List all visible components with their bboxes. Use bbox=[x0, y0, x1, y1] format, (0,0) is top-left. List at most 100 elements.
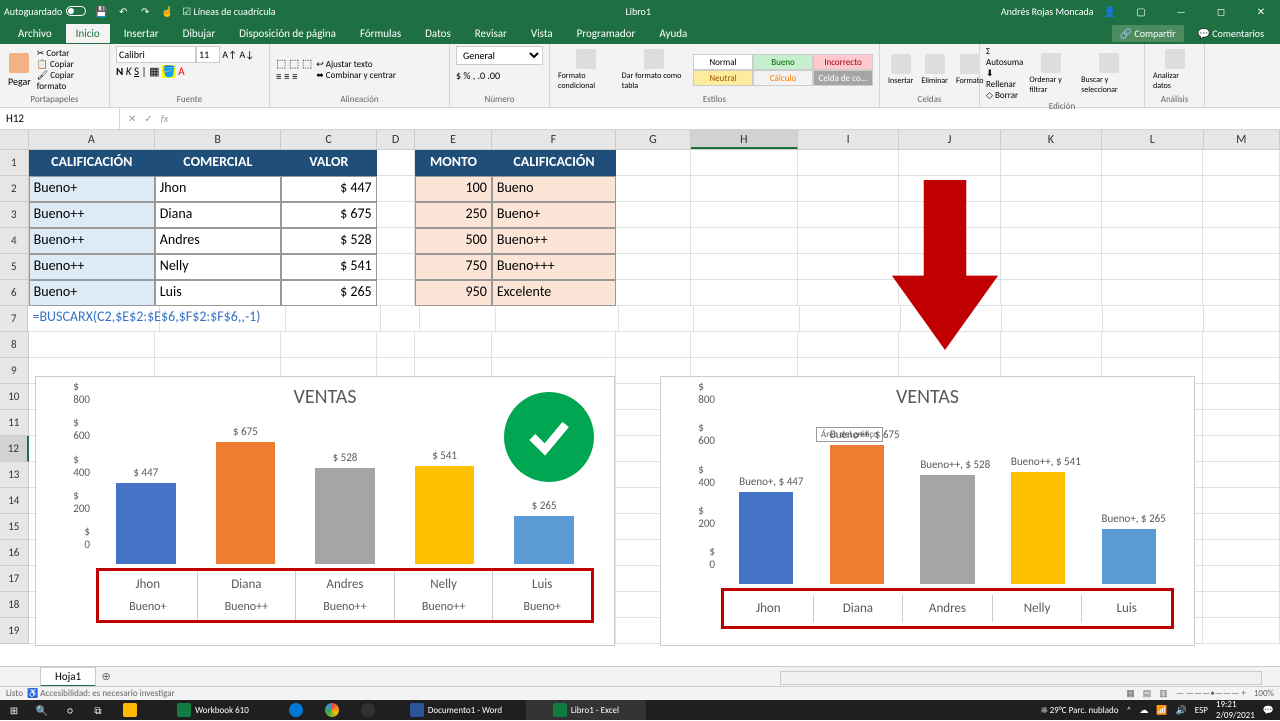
cell-D4[interactable] bbox=[377, 228, 416, 254]
cell-M3[interactable] bbox=[1203, 202, 1280, 228]
align-top-icon[interactable]: ⬚ bbox=[276, 57, 286, 70]
col-head-L[interactable]: L bbox=[1102, 130, 1203, 149]
row-head-9[interactable]: 9 bbox=[0, 358, 29, 384]
cell-B6[interactable]: Luis bbox=[155, 280, 281, 306]
align-bot-icon[interactable]: ⬚ bbox=[302, 57, 312, 70]
select-all-corner[interactable] bbox=[0, 130, 29, 149]
cell-M7[interactable] bbox=[1204, 306, 1280, 332]
col-head-D[interactable]: D bbox=[377, 130, 415, 149]
cell-M10[interactable] bbox=[1203, 384, 1280, 410]
cell-L7[interactable] bbox=[1103, 306, 1204, 332]
cell-E7[interactable] bbox=[420, 306, 496, 332]
merge-button[interactable]: ⬌ Combinar y centrar bbox=[316, 70, 396, 81]
cell-I5[interactable] bbox=[798, 254, 899, 280]
cell-L4[interactable] bbox=[1102, 228, 1203, 254]
cell-M9[interactable] bbox=[1203, 358, 1280, 384]
sheet-tab-hoja1[interactable]: Hoja1 bbox=[40, 667, 96, 687]
cell-I2[interactable] bbox=[798, 176, 899, 202]
cell-E3[interactable]: 250 bbox=[415, 202, 492, 228]
tray-up-icon[interactable]: ˄ bbox=[1127, 705, 1132, 716]
cell-I7[interactable] bbox=[800, 306, 901, 332]
chart-ventas-1[interactable]: VENTAS $ 0$ 200$ 400$ 600$ 800$ 447$ 675… bbox=[35, 376, 615, 646]
cell-A8[interactable] bbox=[29, 332, 155, 358]
cell-C1[interactable]: VALOR bbox=[281, 150, 377, 176]
row-head-2[interactable]: 2 bbox=[0, 176, 29, 202]
cell-C8[interactable] bbox=[281, 332, 377, 358]
notifications-icon[interactable]: 💬 bbox=[1263, 705, 1274, 716]
align-mid-icon[interactable]: ⬚ bbox=[289, 57, 299, 70]
redo-icon[interactable]: ↷ bbox=[138, 4, 152, 18]
col-head-A[interactable]: A bbox=[29, 130, 155, 149]
cell-L3[interactable] bbox=[1102, 202, 1203, 228]
style-celda[interactable]: Celda de co... bbox=[813, 70, 873, 86]
row-head-10[interactable]: 10 bbox=[0, 384, 29, 410]
zoom-level[interactable]: 100% bbox=[1254, 688, 1274, 699]
cell-M6[interactable] bbox=[1203, 280, 1280, 306]
cell-M19[interactable] bbox=[1203, 618, 1280, 644]
cell-G2[interactable] bbox=[616, 176, 691, 202]
cell-B5[interactable]: Nelly bbox=[155, 254, 281, 280]
row-head-11[interactable]: 11 bbox=[0, 410, 29, 436]
fx-icon[interactable]: fx bbox=[161, 112, 168, 125]
row-head-17[interactable]: 17 bbox=[0, 566, 29, 592]
font-select[interactable] bbox=[116, 46, 196, 63]
row-head-8[interactable]: 8 bbox=[0, 332, 29, 358]
cell-M13[interactable] bbox=[1203, 462, 1280, 488]
cloud-icon[interactable]: ☁ bbox=[1139, 705, 1148, 716]
menu-dibujar[interactable]: Dibujar bbox=[173, 24, 226, 43]
cell-I8[interactable] bbox=[798, 332, 899, 358]
row-head-13[interactable]: 13 bbox=[0, 462, 29, 488]
cell-C2[interactable]: $ 447 bbox=[281, 176, 377, 202]
chart-ventas-2[interactable]: VENTAS Área del gráfico $ 0$ 200$ 400$ 6… bbox=[660, 376, 1195, 646]
cell-G5[interactable] bbox=[616, 254, 691, 280]
shrink-font-icon[interactable]: A↓ bbox=[239, 48, 254, 61]
cell-I6[interactable] bbox=[798, 280, 899, 306]
cell-F7[interactable] bbox=[496, 306, 620, 332]
cell-G1[interactable] bbox=[616, 150, 691, 176]
zoom-slider[interactable]: — ———•——— + bbox=[1176, 688, 1246, 699]
cell-A7[interactable]: =BUSCARX(C2,$E$2:$E$6,$F$2:$F$6,,-1) bbox=[28, 306, 160, 332]
weather[interactable]: ☀ 29°C Parc. nublado bbox=[1041, 705, 1119, 716]
search-icon[interactable]: 🔍 bbox=[28, 700, 56, 720]
save-icon[interactable]: 💾 bbox=[94, 4, 108, 18]
menu-programador[interactable]: Programador bbox=[567, 24, 646, 43]
cell-E2[interactable]: 100 bbox=[415, 176, 492, 202]
autosum-button[interactable]: Σ Autosuma bbox=[986, 46, 1023, 68]
cell-M11[interactable] bbox=[1203, 410, 1280, 436]
user-name[interactable]: Andrés Rojas Moncada bbox=[1001, 5, 1094, 18]
cell-E1[interactable]: MONTO bbox=[415, 150, 492, 176]
name-box[interactable]: H12 bbox=[0, 108, 120, 129]
cell-M18[interactable] bbox=[1203, 592, 1280, 618]
cell-F1[interactable]: CALIFICACIÓN bbox=[492, 150, 616, 176]
cell-E4[interactable]: 500 bbox=[415, 228, 492, 254]
taskview-icon[interactable]: ⧉ bbox=[84, 700, 112, 720]
border-button[interactable]: ▦ bbox=[149, 65, 159, 78]
row-head-1[interactable]: 1 bbox=[0, 150, 29, 176]
cell-K8[interactable] bbox=[1001, 332, 1102, 358]
row-head-3[interactable]: 3 bbox=[0, 202, 29, 228]
format-table-button[interactable]: Dar formato como tabla bbox=[620, 47, 689, 93]
align-center-icon[interactable]: ≡ bbox=[284, 70, 289, 83]
cell-C5[interactable]: $ 541 bbox=[281, 254, 377, 280]
row-head-12[interactable]: 12 bbox=[0, 436, 29, 462]
cell-K7[interactable] bbox=[1002, 306, 1103, 332]
cell-E6[interactable]: 950 bbox=[415, 280, 492, 306]
cell-M17[interactable] bbox=[1203, 566, 1280, 592]
cortana-icon[interactable]: ○ bbox=[56, 700, 84, 720]
fill-button[interactable]: ⬇ Rellenar bbox=[986, 68, 1023, 90]
cell-A3[interactable]: Bueno++ bbox=[29, 202, 155, 228]
row-head-6[interactable]: 6 bbox=[0, 280, 29, 306]
cell-F2[interactable]: Bueno bbox=[492, 176, 616, 202]
cell-I4[interactable] bbox=[798, 228, 899, 254]
wrap-text-button[interactable]: ↩ Ajustar texto bbox=[316, 59, 396, 70]
cell-L5[interactable] bbox=[1102, 254, 1203, 280]
italic-button[interactable]: K bbox=[126, 65, 132, 78]
clear-button[interactable]: ◇ Borrar bbox=[986, 90, 1023, 101]
cell-L2[interactable] bbox=[1102, 176, 1203, 202]
edge-icon[interactable] bbox=[278, 700, 314, 720]
row-head-18[interactable]: 18 bbox=[0, 592, 29, 618]
cell-C6[interactable]: $ 265 bbox=[281, 280, 377, 306]
cell-A6[interactable]: Bueno+ bbox=[29, 280, 155, 306]
cell-H7[interactable] bbox=[694, 306, 801, 332]
cell-H2[interactable] bbox=[691, 176, 798, 202]
